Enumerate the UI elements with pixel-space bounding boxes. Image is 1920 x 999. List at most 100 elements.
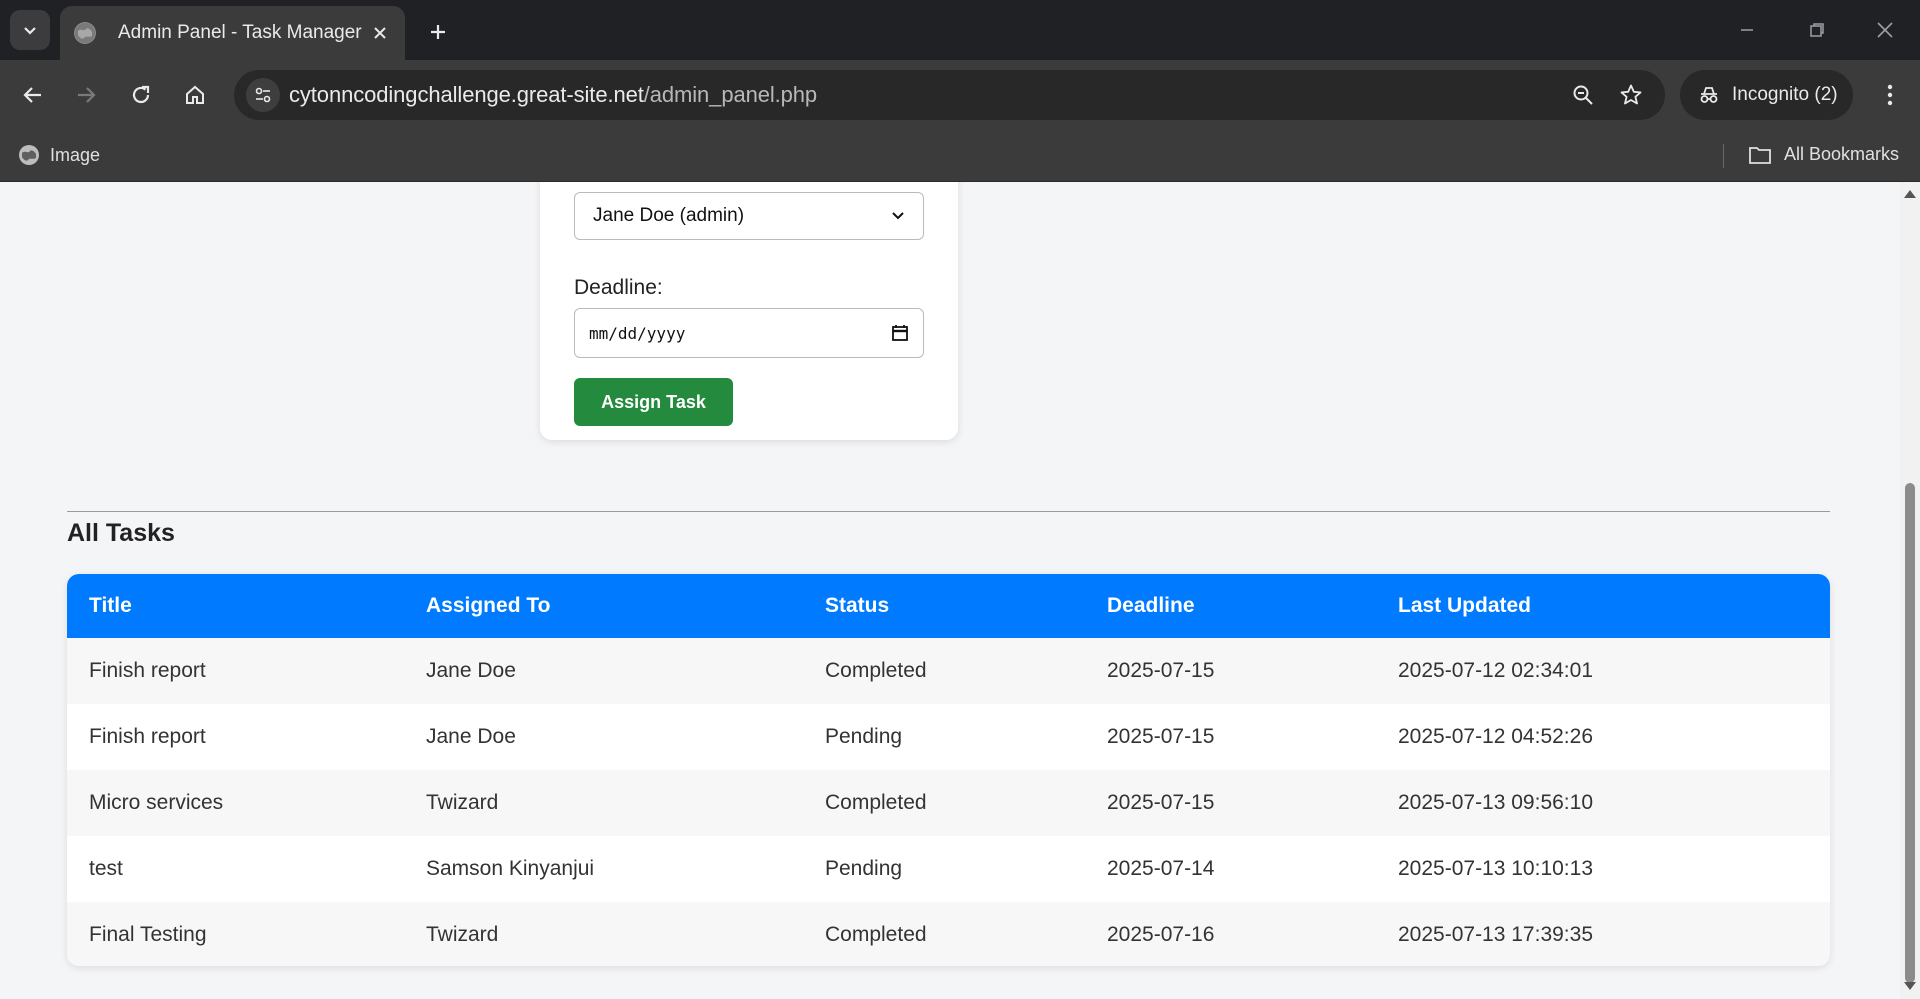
page-viewport: Jane Doe (admin) Deadline: mm/dd/yyyy As…: [0, 182, 1900, 999]
deadline-cell: 2025-07-15: [1085, 704, 1376, 770]
table-header-row: Title Assigned To Status Deadline Last U…: [67, 574, 1830, 638]
active-tab[interactable]: Admin Panel - Task Manager: [60, 6, 405, 60]
column-header-title: Title: [67, 574, 404, 638]
tab-close-button[interactable]: [369, 22, 391, 44]
site-info-button[interactable]: [246, 78, 280, 112]
assign-to-select[interactable]: Jane Doe (admin): [574, 192, 924, 240]
section-divider: [67, 511, 1830, 512]
bookmarks-divider: [1723, 144, 1724, 168]
deadline-cell: 2025-07-16: [1085, 902, 1376, 966]
url-path: /admin_panel.php: [643, 82, 818, 107]
browser-toolbar: cytonncodingchallenge.great-site.net/adm…: [0, 60, 1920, 130]
window-close-icon: [1877, 22, 1893, 38]
column-header-deadline: Deadline: [1085, 574, 1376, 638]
assigned-to-cell: Twizard: [404, 902, 803, 966]
task-title-cell: Finish report: [67, 638, 404, 704]
last-updated-cell: 2025-07-13 17:39:35: [1376, 902, 1830, 966]
last-updated-cell: 2025-07-13 09:56:10: [1376, 770, 1830, 836]
incognito-icon: [1700, 87, 1718, 103]
tab-search-icon: [24, 27, 36, 35]
kebab-menu-icon: [1887, 84, 1893, 106]
url-domain: cytonncodingchallenge.great-site.net: [289, 82, 644, 107]
forward-icon: [78, 87, 96, 103]
deadline-label: Deadline:: [574, 276, 663, 299]
status-cell: Pending: [803, 836, 1085, 902]
reload-icon: [132, 85, 150, 104]
page-scrollbar[interactable]: [1900, 182, 1920, 999]
minimize-icon: [1741, 29, 1753, 31]
deadline-placeholder: mm/dd/yyyy: [589, 323, 686, 343]
last-updated-cell: 2025-07-12 04:52:26: [1376, 704, 1830, 770]
table-row: Micro services Twizard Completed 2025-07…: [67, 770, 1830, 836]
assigned-to-cell: Jane Doe: [404, 704, 803, 770]
deadline-cell: 2025-07-15: [1085, 638, 1376, 704]
last-updated-cell: 2025-07-13 10:10:13: [1376, 836, 1830, 902]
task-title-cell: Finish report: [67, 704, 404, 770]
restore-icon: [1810, 23, 1824, 37]
table-row: Finish report Jane Doe Completed 2025-07…: [67, 638, 1830, 704]
back-icon: [23, 87, 41, 103]
close-icon: [374, 27, 386, 39]
column-header-assigned-to: Assigned To: [404, 574, 803, 638]
address-bar[interactable]: cytonncodingchallenge.great-site.net/adm…: [234, 70, 1665, 120]
table-row: Final Testing Twizard Completed 2025-07-…: [67, 902, 1830, 966]
deadline-cell: 2025-07-14: [1085, 836, 1376, 902]
status-cell: Pending: [803, 704, 1085, 770]
tab-search-button[interactable]: [10, 10, 50, 50]
minimize-button[interactable]: [1723, 8, 1771, 52]
assigned-to-cell: Samson Kinyanjui: [404, 836, 803, 902]
home-icon: [186, 85, 204, 104]
column-header-last-updated: Last Updated: [1376, 574, 1830, 638]
tab-bar: Admin Panel - Task Manager: [0, 0, 1920, 60]
assigned-to-cell: Twizard: [404, 770, 803, 836]
restore-button[interactable]: [1793, 8, 1841, 52]
task-title-cell: test: [67, 836, 404, 902]
bookmark-image-label: Image: [50, 144, 101, 165]
table-row: Finish report Jane Doe Pending 2025-07-1…: [67, 704, 1830, 770]
tasks-table-container: Title Assigned To Status Deadline Last U…: [67, 574, 1830, 966]
star-icon: [1620, 84, 1642, 105]
scroll-up-arrow[interactable]: [1904, 190, 1916, 198]
status-cell: Completed: [803, 902, 1085, 966]
task-title-cell: Micro services: [67, 770, 404, 836]
scrollbar-thumb[interactable]: [1905, 483, 1915, 983]
globe-icon: [19, 145, 39, 165]
back-button[interactable]: [13, 75, 53, 115]
assigned-to-cell: Jane Doe: [404, 638, 803, 704]
table-row: test Samson Kinyanjui Pending 2025-07-14…: [67, 836, 1830, 902]
assign-task-form: Jane Doe (admin) Deadline: mm/dd/yyyy As…: [540, 182, 958, 440]
deadline-input[interactable]: mm/dd/yyyy: [574, 308, 924, 358]
bookmark-image[interactable]: Image: [18, 144, 100, 166]
status-cell: Completed: [803, 638, 1085, 704]
plus-icon: [431, 25, 445, 39]
column-header-status: Status: [803, 574, 1085, 638]
globe-icon: [74, 22, 96, 44]
url-text: cytonncodingchallenge.great-site.net/adm…: [289, 82, 817, 108]
site-info-icon: [255, 87, 271, 103]
bookmark-star-button[interactable]: [1615, 79, 1647, 111]
last-updated-cell: 2025-07-12 02:34:01: [1376, 638, 1830, 704]
assign-to-value: Jane Doe (admin): [593, 205, 745, 226]
chevron-down-icon: [892, 212, 904, 220]
calendar-icon[interactable]: [891, 324, 909, 342]
folder-icon: [1749, 146, 1771, 164]
reload-button[interactable]: [121, 75, 161, 115]
new-tab-button[interactable]: [420, 14, 456, 50]
incognito-label: Incognito (2): [1732, 84, 1838, 105]
deadline-cell: 2025-07-15: [1085, 770, 1376, 836]
zoom-button[interactable]: [1567, 79, 1599, 111]
home-button[interactable]: [175, 75, 215, 115]
forward-button[interactable]: [66, 75, 106, 115]
assign-task-button[interactable]: Assign Task: [574, 378, 733, 426]
tab-title: Admin Panel - Task Manager: [118, 22, 362, 43]
task-title-cell: Final Testing: [67, 902, 404, 966]
status-cell: Completed: [803, 770, 1085, 836]
browser-menu-button[interactable]: [1870, 75, 1910, 115]
scroll-down-arrow[interactable]: [1904, 982, 1916, 990]
incognito-button[interactable]: Incognito (2): [1680, 70, 1853, 120]
all-tasks-heading: All Tasks: [67, 519, 175, 547]
window-close-button[interactable]: [1861, 8, 1909, 52]
tasks-table: Title Assigned To Status Deadline Last U…: [67, 574, 1830, 966]
bookmarks-bar: Image All Bookmarks: [0, 130, 1920, 182]
all-bookmarks-button[interactable]: All Bookmarks: [1748, 144, 1899, 165]
